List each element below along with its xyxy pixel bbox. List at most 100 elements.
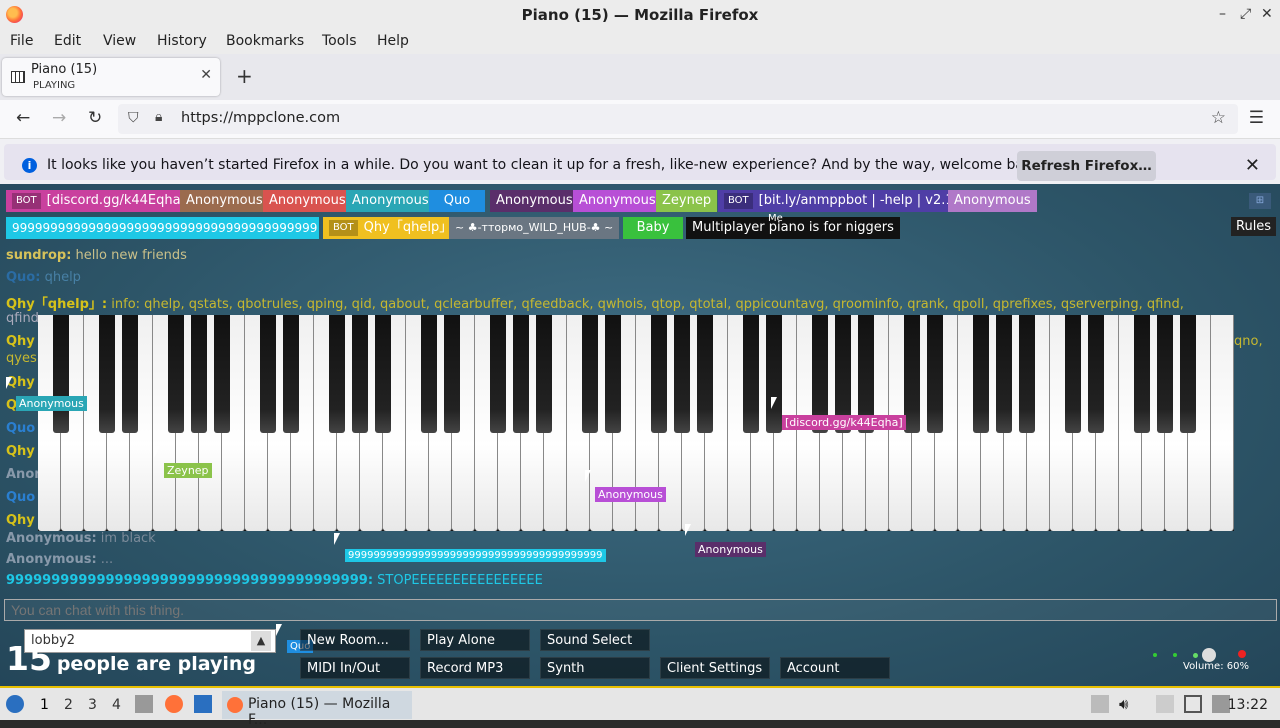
new-tab-button[interactable]: + (236, 64, 253, 88)
black-key[interactable] (651, 315, 667, 433)
notification-close-icon[interactable]: ✕ (1245, 155, 1260, 176)
maximize-icon[interactable]: ⤢ (1240, 6, 1251, 22)
black-key[interactable] (1134, 315, 1150, 433)
menu-tools[interactable]: Tools (322, 33, 357, 49)
lock-icon[interactable]: 🔒︎ (155, 109, 162, 125)
forward-icon[interactable]: → (52, 108, 66, 128)
start-menu-icon[interactable] (6, 695, 24, 713)
black-key[interactable] (191, 315, 207, 433)
refresh-firefox-button[interactable]: Refresh Firefox… (1017, 151, 1156, 181)
black-key[interactable] (536, 315, 552, 433)
black-key[interactable] (99, 315, 115, 433)
black-key[interactable] (283, 315, 299, 433)
menu-view[interactable]: View (103, 33, 136, 49)
menu-edit[interactable]: Edit (54, 33, 81, 49)
user-chip[interactable]: Anonymous (346, 190, 435, 212)
black-key[interactable] (444, 315, 460, 433)
tray-up-icon[interactable] (1091, 695, 1109, 713)
midi-button[interactable]: MIDI In/Out (300, 657, 410, 679)
user-chip[interactable]: Anonymous (490, 190, 579, 212)
url-bar[interactable]: ⛉ 🔒︎ https://mppclone.com ☆ (118, 104, 1238, 134)
tab-close-icon[interactable]: ✕ (200, 67, 212, 83)
user-chip[interactable]: Anonymous (263, 190, 352, 212)
account-button[interactable]: Account (780, 657, 890, 679)
black-key[interactable] (1180, 315, 1196, 433)
volume-icon[interactable]: 🔊︎ (1119, 695, 1137, 713)
black-key[interactable] (122, 315, 138, 433)
minimize-icon[interactable]: – (1219, 6, 1226, 22)
workspace-1[interactable]: 1 (40, 697, 49, 713)
black-key[interactable] (421, 315, 437, 433)
black-key[interactable] (743, 315, 759, 433)
black-key[interactable] (973, 315, 989, 433)
black-key[interactable] (490, 315, 506, 433)
black-key[interactable] (513, 315, 529, 433)
black-key[interactable] (904, 315, 920, 433)
menu-file[interactable]: File (10, 33, 33, 49)
chat-text: ... (100, 552, 114, 567)
white-key[interactable] (1211, 315, 1234, 531)
user-chip[interactable]: ~ ♣-ттормо_WILD_HUB-♣ ~ (449, 217, 620, 239)
user-chip-me[interactable]: Multiplayer piano is for niggers (686, 217, 900, 239)
display-icon[interactable] (1184, 695, 1202, 713)
clipboard-icon[interactable] (1156, 695, 1174, 713)
user-chip[interactable]: Anonymous (573, 190, 662, 212)
url-text[interactable]: https://mppclone.com (181, 110, 340, 126)
terminal-icon[interactable] (194, 695, 212, 713)
menu-help[interactable]: Help (377, 33, 409, 49)
black-key[interactable] (1088, 315, 1104, 433)
file-manager-icon[interactable] (135, 695, 153, 713)
black-key[interactable] (168, 315, 184, 433)
black-key[interactable] (260, 315, 276, 433)
workspace-2[interactable]: 2 (64, 697, 73, 713)
black-key[interactable] (582, 315, 598, 433)
client-settings-button[interactable]: Client Settings (660, 657, 770, 679)
new-room-button[interactable]: New Room... (300, 629, 410, 651)
people-label: people are playing (56, 653, 257, 675)
shield-icon[interactable]: ⛉ (128, 110, 139, 126)
user-chip[interactable]: Anonymous (180, 190, 269, 212)
sound-select-button[interactable]: Sound Select (540, 629, 650, 651)
back-icon[interactable]: ← (16, 108, 30, 128)
reload-icon[interactable]: ↻ (88, 108, 102, 128)
user-chip[interactable]: Baby (623, 217, 683, 239)
black-key[interactable] (214, 315, 230, 433)
user-chip[interactable]: Anonymous (948, 190, 1037, 212)
workspace-4[interactable]: 4 (112, 697, 121, 713)
user-chip[interactable]: BOT [discord.gg/k44Eqha] (6, 190, 192, 212)
black-key[interactable] (927, 315, 943, 433)
workspace-3[interactable]: 3 (88, 697, 97, 713)
black-key[interactable] (352, 315, 368, 433)
menu-history[interactable]: History (157, 33, 207, 49)
play-alone-button[interactable]: Play Alone (420, 629, 530, 651)
black-key[interactable] (329, 315, 345, 433)
close-window-icon[interactable]: ✕ (1261, 6, 1273, 22)
black-key[interactable] (697, 315, 713, 433)
user-chip[interactable]: BOT [bit.ly/anmppbot | -help | v2.1] (718, 190, 965, 212)
black-key[interactable] (1019, 315, 1035, 433)
settings-icon[interactable]: ⊞ (1249, 193, 1271, 209)
black-key[interactable] (996, 315, 1012, 433)
black-key[interactable] (605, 315, 621, 433)
black-key[interactable] (53, 315, 69, 433)
record-mp3-button[interactable]: Record MP3 (420, 657, 530, 679)
black-key[interactable] (1157, 315, 1173, 433)
volume-knob[interactable] (1202, 648, 1216, 662)
chat-input[interactable] (4, 599, 1277, 621)
menu-bookmarks[interactable]: Bookmarks (226, 33, 304, 49)
synth-button[interactable]: Synth (540, 657, 650, 679)
tab-piano[interactable]: Piano (15) PLAYING ✕ (2, 58, 220, 96)
black-key[interactable] (1065, 315, 1081, 433)
rules-button[interactable]: Rules (1231, 217, 1277, 236)
black-key[interactable] (674, 315, 690, 433)
taskbar-firefox-window[interactable]: Piano (15) — Mozilla F... (222, 691, 412, 728)
bookmark-star-icon[interactable]: ☆ (1211, 108, 1226, 128)
black-key[interactable] (375, 315, 391, 433)
user-chip[interactable]: 9999999999999999999999999999999999999999 (6, 217, 319, 239)
user-chip[interactable]: Zeynep (656, 190, 718, 212)
firefox-launcher-icon[interactable] (165, 695, 183, 713)
user-chip[interactable]: Quo (429, 190, 485, 212)
menu-hamburger-icon[interactable]: ☰ (1249, 108, 1264, 128)
black-key[interactable] (766, 315, 782, 433)
user-chip[interactable]: BOT Qhy「qhelp」 (323, 217, 459, 239)
